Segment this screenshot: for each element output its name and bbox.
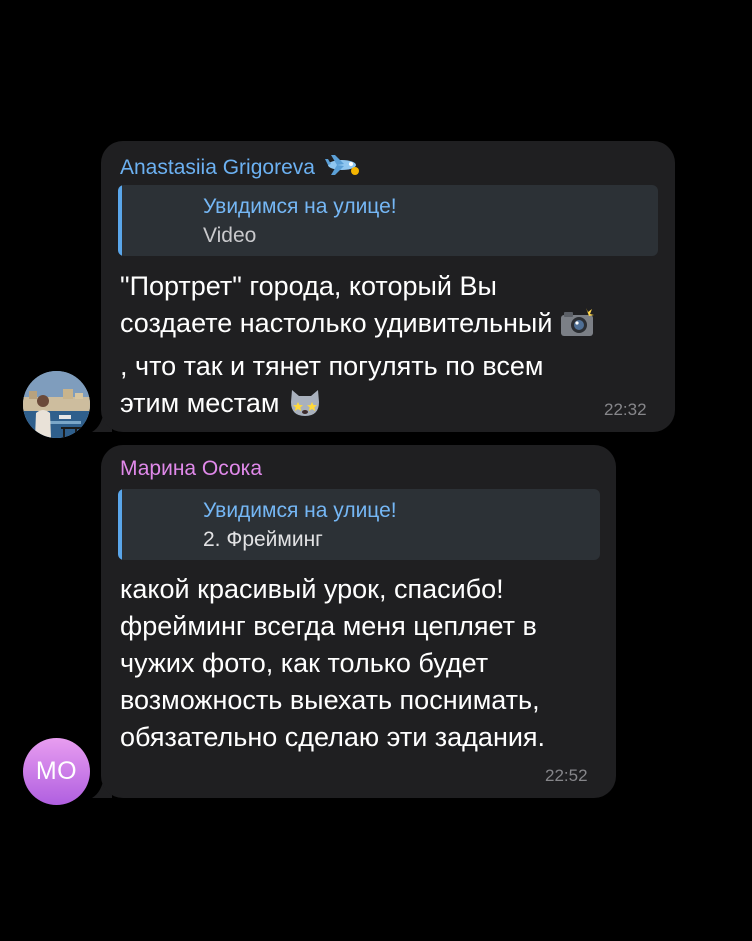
reply-title: Увидимся на улице! [203,195,397,218]
reply-bar [118,185,122,256]
sender-name[interactable]: Марина Осока [120,457,262,481]
message-text: какой красивый урок, спасибо! фрейминг в… [120,571,545,756]
message-text: "Портрет" города, который Вы создаете на… [120,268,594,428]
message-line: фрейминг всегда меня цепляет в [120,611,537,641]
reply-preview[interactable]: Увидимся на улице! Video [118,185,658,256]
message-line: чужих фото, как только будет [120,648,489,678]
timestamp: 22:32 [604,400,647,419]
timestamp: 22:52 [545,766,588,785]
avatar[interactable]: MO [23,738,90,805]
avatar-initials: MO [35,757,78,785]
message-bubble[interactable]: Марина Осока Увидимся на улице! 2. Фрейм… [101,445,616,798]
avatar-photo-icon [23,371,90,438]
star-struck-cat-icon [287,386,323,428]
message-line: создаете настолько удивительный [120,305,594,348]
reply-title: Увидимся на улице! [203,499,397,522]
message-line: обязательно сделаю эти задания. [120,722,546,752]
camera-flash-icon [560,308,594,348]
message-line: этим местам [120,385,594,428]
message-line: возможность выехать поснимать, [120,685,540,715]
avatar[interactable] [23,371,90,438]
reply-preview[interactable]: Увидимся на улице! 2. Фрейминг [118,489,600,560]
reply-subtitle: Video [203,224,257,247]
sender-name[interactable]: Anastasiia Grigoreva [120,153,359,183]
message-bubble[interactable]: Anastasiia Grigoreva Увидимся на улице! … [101,141,675,432]
reply-bar [118,489,122,560]
reply-subtitle: 2. Фрейминг [203,528,323,551]
message-line: какой красивый урок, спасибо! [120,574,504,604]
airplane-emoji-icon [324,153,359,183]
message-line: , что так и тянет погулять по всем [120,351,544,381]
message-line: "Портрет" города, который Вы [120,271,497,301]
